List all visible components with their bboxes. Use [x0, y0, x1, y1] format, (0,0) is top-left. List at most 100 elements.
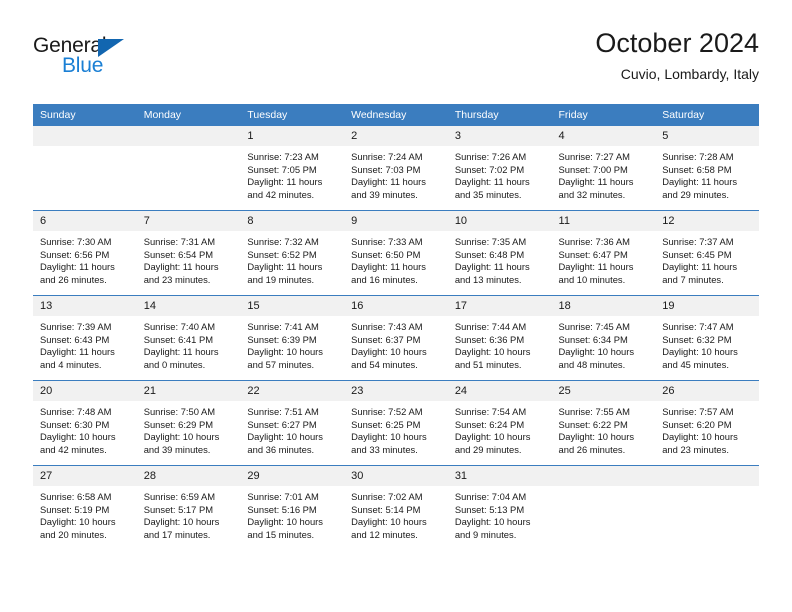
calendar-day-cell[interactable]: 19 Sunrise: 7:47 AM Sunset: 6:32 PM Dayligh…	[655, 295, 759, 381]
calendar-day-cell[interactable]: 1 Sunrise: 7:23 AM Sunset: 7:05 PM Daylight…	[240, 126, 345, 211]
day-details: Sunrise: 7:30 AM Sunset: 6:56 PM Daylight:…	[33, 231, 137, 286]
calendar-day-cell[interactable]: 4 Sunrise: 7:27 AM Sunset: 7:00 PM Daylight…	[551, 126, 656, 211]
calendar-day-cell[interactable]: 9 Sunrise: 7:33 AM Sunset: 6:50 PM Daylight…	[344, 210, 448, 296]
daylight-text: Daylight: 10 hours and 54 minutes.	[351, 346, 427, 370]
day-details: Sunrise: 7:33 AM Sunset: 6:50 PM Daylight:…	[344, 231, 448, 286]
calendar-day-cell[interactable]: 21 Sunrise: 7:50 AM Sunset: 6:29 PM Dayligh…	[136, 380, 241, 466]
sunrise-text: Sunrise: 7:35 AM	[454, 236, 527, 247]
calendar-day-cell[interactable]: 28 Sunrise: 6:59 AM Sunset: 5:17 PM Dayligh…	[136, 465, 241, 550]
calendar-day-cell[interactable]: 12 Sunrise: 7:37 AM Sunset: 6:45 PM Dayligh…	[655, 210, 759, 296]
sunrise-text: Sunrise: 7:54 AM	[454, 406, 527, 417]
calendar-body: 1 Sunrise: 7:23 AM Sunset: 7:05 PM Daylight…	[33, 126, 759, 550]
calendar-day-cell[interactable]: 10 Sunrise: 7:35 AM Sunset: 6:48 PM Dayligh…	[447, 210, 552, 296]
calendar-day-cell[interactable]: 2 Sunrise: 7:24 AM Sunset: 7:03 PM Daylight…	[344, 126, 448, 211]
calendar-week-row: 6 Sunrise: 7:30 AM Sunset: 6:56 PM Daylight…	[33, 210, 759, 296]
sunrise-text: Sunrise: 7:26 AM	[454, 151, 527, 162]
sunrise-text: Sunrise: 7:52 AM	[351, 406, 423, 417]
day-details: Sunrise: 7:55 AM Sunset: 6:22 PM Daylight:…	[552, 401, 656, 456]
sunrise-text: Sunrise: 7:23 AM	[247, 151, 319, 162]
day-details: Sunrise: 7:39 AM Sunset: 6:43 PM Daylight:…	[33, 316, 137, 371]
calendar-day-cell[interactable]: 23 Sunrise: 7:52 AM Sunset: 6:25 PM Dayligh…	[344, 380, 448, 466]
sunrise-text: Sunrise: 7:24 AM	[351, 151, 423, 162]
calendar-day-cell[interactable]: 15 Sunrise: 7:41 AM Sunset: 6:39 PM Dayligh…	[240, 295, 345, 381]
day-number: 10	[447, 211, 552, 231]
daylight-text: Daylight: 11 hours and 4 minutes.	[40, 346, 115, 370]
calendar-day-cell-empty	[136, 126, 241, 211]
calendar-header-row: Sunday Monday Tuesday Wednesday Thursday…	[33, 104, 759, 126]
calendar-day-cell[interactable]: 30 Sunrise: 7:02 AM Sunset: 5:14 PM Dayligh…	[344, 465, 448, 550]
day-details: Sunrise: 7:23 AM Sunset: 7:05 PM Daylight:…	[240, 146, 344, 201]
sunset-text: Sunset: 6:58 PM	[662, 163, 732, 175]
calendar-day-cell[interactable]: 31 Sunrise: 7:04 AM Sunset: 5:13 PM Dayligh…	[447, 465, 552, 550]
day-number: 16	[344, 296, 448, 316]
sunrise-text: Sunrise: 6:59 AM	[143, 491, 216, 502]
calendar-day-cell[interactable]: 25 Sunrise: 7:55 AM Sunset: 6:22 PM Dayligh…	[551, 380, 656, 466]
sunset-text: Sunset: 6:22 PM	[558, 418, 628, 430]
sunset-text: Sunset: 6:24 PM	[454, 418, 525, 430]
day-number: 2	[344, 126, 448, 146]
day-details: Sunrise: 7:47 AM Sunset: 6:32 PM Daylight:…	[655, 316, 759, 371]
calendar-page: General Blue October 2024 Cuvio, Lombard…	[0, 0, 792, 612]
day-number: 20	[33, 381, 137, 401]
calendar-day-cell[interactable]: 5 Sunrise: 7:28 AM Sunset: 6:58 PM Daylight…	[655, 126, 759, 211]
calendar-day-cell[interactable]: 17 Sunrise: 7:44 AM Sunset: 6:36 PM Dayligh…	[447, 295, 552, 381]
daylight-text: Daylight: 10 hours and 48 minutes.	[558, 346, 635, 370]
calendar-day-cell[interactable]: 14 Sunrise: 7:40 AM Sunset: 6:41 PM Dayligh…	[136, 295, 241, 381]
day-details: Sunrise: 7:26 AM Sunset: 7:02 PM Daylight:…	[448, 146, 552, 201]
sunset-text: Sunset: 5:16 PM	[247, 503, 317, 515]
calendar-day-cell[interactable]: 26 Sunrise: 7:57 AM Sunset: 6:20 PM Dayligh…	[655, 380, 759, 466]
day-number	[136, 126, 241, 146]
day-details: Sunrise: 7:57 AM Sunset: 6:20 PM Daylight:…	[655, 401, 759, 456]
day-number: 23	[344, 381, 448, 401]
day-number: 13	[33, 296, 137, 316]
calendar-day-cell[interactable]: 11 Sunrise: 7:36 AM Sunset: 6:47 PM Dayligh…	[551, 210, 656, 296]
daylight-text: Daylight: 11 hours and 10 minutes.	[558, 261, 634, 285]
calendar-day-cell[interactable]: 13 Sunrise: 7:39 AM Sunset: 6:43 PM Dayligh…	[33, 295, 137, 381]
calendar-day-cell[interactable]: 29 Sunrise: 7:01 AM Sunset: 5:16 PM Dayligh…	[240, 465, 345, 550]
page-header: General Blue October 2024 Cuvio, Lombard…	[33, 26, 759, 92]
sunrise-text: Sunrise: 6:58 AM	[40, 491, 112, 502]
sunset-text: Sunset: 6:25 PM	[351, 418, 421, 430]
page-subtitle: Cuvio, Lombardy, Italy	[620, 66, 759, 82]
day-number: 19	[655, 296, 759, 316]
sunset-text: Sunset: 6:36 PM	[454, 333, 525, 345]
calendar-day-cell[interactable]: 16 Sunrise: 7:43 AM Sunset: 6:37 PM Dayligh…	[344, 295, 448, 381]
daylight-text: Daylight: 11 hours and 39 minutes.	[351, 176, 426, 200]
calendar-day-cell[interactable]: 8 Sunrise: 7:32 AM Sunset: 6:52 PM Daylight…	[240, 210, 345, 296]
day-number: 3	[447, 126, 552, 146]
calendar-day-cell[interactable]: 18 Sunrise: 7:45 AM Sunset: 6:34 PM Dayligh…	[551, 295, 656, 381]
day-number	[33, 126, 137, 146]
calendar-day-cell[interactable]: 27 Sunrise: 6:58 AM Sunset: 5:19 PM Dayligh…	[33, 465, 137, 550]
day-number: 8	[240, 211, 345, 231]
sunset-text: Sunset: 7:03 PM	[351, 163, 421, 175]
day-number: 18	[551, 296, 656, 316]
sunrise-text: Sunrise: 7:04 AM	[454, 491, 527, 502]
day-number: 27	[33, 466, 137, 486]
daylight-text: Daylight: 10 hours and 9 minutes.	[454, 516, 531, 540]
calendar-day-cell[interactable]: 24 Sunrise: 7:54 AM Sunset: 6:24 PM Dayligh…	[447, 380, 552, 466]
sunrise-text: Sunrise: 7:31 AM	[143, 236, 216, 247]
day-details: Sunrise: 7:27 AM Sunset: 7:00 PM Daylight:…	[552, 146, 656, 201]
calendar-day-cell[interactable]: 20 Sunrise: 7:48 AM Sunset: 6:30 PM Dayligh…	[33, 380, 137, 466]
sunrise-text: Sunrise: 7:48 AM	[40, 406, 112, 417]
calendar-day-cell-empty	[551, 465, 656, 550]
sunrise-text: Sunrise: 7:32 AM	[247, 236, 319, 247]
sunrise-text: Sunrise: 7:50 AM	[143, 406, 216, 417]
daylight-text: Daylight: 10 hours and 33 minutes.	[351, 431, 427, 455]
calendar-day-cell[interactable]: 3 Sunrise: 7:26 AM Sunset: 7:02 PM Daylight…	[447, 126, 552, 211]
day-details: Sunrise: 6:58 AM Sunset: 5:19 PM Daylight:…	[33, 486, 137, 541]
page-title: October 2024	[595, 28, 759, 58]
sunset-text: Sunset: 5:17 PM	[143, 503, 214, 515]
calendar-day-cell[interactable]: 6 Sunrise: 7:30 AM Sunset: 6:56 PM Daylight…	[33, 210, 137, 296]
day-details: Sunrise: 7:02 AM Sunset: 5:14 PM Daylight:…	[344, 486, 448, 541]
day-number: 24	[447, 381, 552, 401]
calendar-day-cell[interactable]: 7 Sunrise: 7:31 AM Sunset: 6:54 PM Daylight…	[136, 210, 241, 296]
calendar-day-cell[interactable]: 22 Sunrise: 7:51 AM Sunset: 6:27 PM Dayligh…	[240, 380, 345, 466]
day-number: 4	[551, 126, 656, 146]
calendar-week-row: 27 Sunrise: 6:58 AM Sunset: 5:19 PM Dayligh…	[33, 465, 759, 550]
daylight-text: Daylight: 10 hours and 12 minutes.	[351, 516, 427, 540]
day-details: Sunrise: 7:40 AM Sunset: 6:41 PM Daylight:…	[137, 316, 241, 371]
daylight-text: Daylight: 11 hours and 19 minutes.	[247, 261, 323, 285]
sunrise-text: Sunrise: 7:27 AM	[558, 151, 630, 162]
sunset-text: Sunset: 5:19 PM	[40, 503, 110, 515]
